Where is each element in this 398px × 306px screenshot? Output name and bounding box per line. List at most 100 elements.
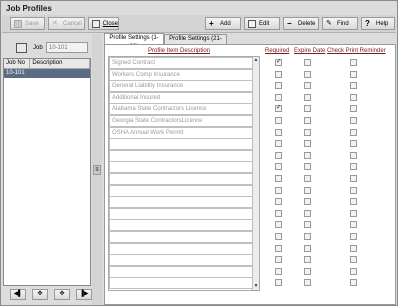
expire-checkbox[interactable]	[304, 175, 311, 182]
profile-item-description-field[interactable]	[109, 184, 253, 197]
check-print-checkbox[interactable]	[350, 117, 357, 124]
required-checkbox[interactable]	[275, 186, 282, 194]
profile-item-description-field[interactable]: Additional Insured	[109, 91, 253, 104]
column-job-no[interactable]: Job No	[4, 59, 31, 69]
check-print-checkbox[interactable]	[350, 105, 357, 113]
close-button[interactable]: Close	[88, 17, 119, 30]
expire-checkbox[interactable]	[304, 70, 311, 78]
column-description[interactable]: Description	[30, 59, 90, 69]
expire-checkbox[interactable]	[304, 93, 311, 101]
expire-checkbox[interactable]	[304, 151, 311, 159]
check-print-checkbox[interactable]	[350, 59, 357, 66]
profile-item-description-field[interactable]: Workers Comp Insurance	[109, 68, 253, 81]
profile-item-description-field[interactable]	[109, 161, 253, 174]
required-checkbox[interactable]	[275, 233, 282, 240]
check-print-checkbox[interactable]	[350, 279, 357, 287]
next-record-icon[interactable]: ✥	[54, 289, 70, 300]
required-checkbox[interactable]: ✓	[275, 59, 282, 66]
expire-checkbox[interactable]	[304, 198, 311, 206]
check-print-checkbox[interactable]	[350, 82, 357, 90]
profile-item-description-field[interactable]	[109, 207, 253, 220]
last-record-icon[interactable]: ▐▶	[76, 289, 92, 300]
cancel-button[interactable]: ✕ Cancel	[48, 17, 85, 30]
profile-item-description-field[interactable]	[109, 231, 253, 243]
required-checkbox[interactable]	[275, 93, 282, 101]
expire-checkbox[interactable]	[304, 105, 311, 113]
required-checkbox[interactable]	[275, 279, 282, 287]
expire-checkbox[interactable]	[304, 163, 311, 171]
check-print-checkbox[interactable]	[350, 93, 357, 101]
required-checkbox[interactable]	[275, 140, 282, 148]
required-checkbox[interactable]	[275, 267, 282, 275]
panel-splitter[interactable]: ≡	[92, 34, 102, 305]
check-print-checkbox[interactable]	[350, 221, 357, 229]
profile-item-description-field[interactable]	[109, 242, 253, 255]
first-record-icon[interactable]: ◀▌	[10, 289, 26, 300]
job-list[interactable]: Job No Description 10-101	[3, 58, 91, 286]
profile-item-description-field[interactable]: General Liability Insurance	[109, 80, 253, 93]
profile-item-description-field[interactable]: Signed Contract	[109, 57, 253, 69]
check-print-checkbox[interactable]	[350, 267, 357, 275]
expire-checkbox[interactable]	[304, 279, 311, 287]
check-print-checkbox[interactable]	[350, 151, 357, 159]
profile-item-description-field[interactable]	[109, 173, 253, 185]
required-checkbox[interactable]	[275, 151, 282, 159]
check-print-checkbox[interactable]	[350, 70, 357, 78]
profile-item-description-field[interactable]	[109, 219, 253, 232]
required-checkbox[interactable]: ✓	[275, 105, 282, 113]
required-checkbox[interactable]	[275, 70, 282, 78]
expire-checkbox[interactable]	[304, 209, 311, 217]
check-print-checkbox[interactable]	[350, 128, 357, 136]
tab-profile-settings-1-20[interactable]: Profile Settings (1-20)	[104, 33, 164, 50]
add-button[interactable]: + Add	[205, 17, 241, 30]
scroll-down-icon[interactable]: ▼	[253, 283, 259, 290]
required-checkbox[interactable]	[275, 117, 282, 124]
expire-checkbox[interactable]	[304, 186, 311, 194]
required-checkbox[interactable]	[275, 198, 282, 206]
required-checkbox[interactable]	[275, 175, 282, 182]
required-checkbox[interactable]	[275, 244, 282, 252]
required-checkbox[interactable]	[275, 209, 282, 217]
help-button[interactable]: ? Help	[361, 17, 395, 30]
splitter-grip-icon[interactable]: ≡	[93, 165, 101, 175]
profile-item-description-field[interactable]	[109, 265, 253, 278]
expire-checkbox[interactable]	[304, 256, 311, 264]
expire-checkbox[interactable]	[304, 233, 311, 240]
profile-item-description-field[interactable]	[109, 138, 253, 151]
required-checkbox[interactable]	[275, 256, 282, 264]
profile-item-description-field[interactable]	[109, 149, 253, 162]
required-checkbox[interactable]	[275, 128, 282, 136]
check-print-checkbox[interactable]	[350, 209, 357, 217]
required-checkbox[interactable]	[275, 82, 282, 90]
profile-item-description-field[interactable]: Alabama State Contractors Licence	[109, 103, 253, 116]
check-print-checkbox[interactable]	[350, 198, 357, 206]
expire-checkbox[interactable]	[304, 117, 311, 124]
check-print-checkbox[interactable]	[350, 140, 357, 148]
profile-item-description-field[interactable]	[109, 196, 253, 209]
expire-checkbox[interactable]	[304, 140, 311, 148]
expire-checkbox[interactable]	[304, 221, 311, 229]
previous-record-icon[interactable]: ✥	[32, 289, 48, 300]
expire-checkbox[interactable]	[304, 244, 311, 252]
job-list-row-selected[interactable]: 10-101	[4, 69, 90, 78]
required-checkbox[interactable]	[275, 221, 282, 229]
check-print-checkbox[interactable]	[350, 233, 357, 240]
profile-item-description-field[interactable]	[109, 277, 253, 290]
check-print-checkbox[interactable]	[350, 244, 357, 252]
expire-checkbox[interactable]	[304, 267, 311, 275]
expire-checkbox[interactable]	[304, 82, 311, 90]
profile-item-description-field[interactable]: OSHA Annual Work Permit	[109, 126, 253, 139]
edit-button[interactable]: Edit	[244, 17, 280, 30]
expire-checkbox[interactable]	[304, 59, 311, 66]
expire-checkbox[interactable]	[304, 128, 311, 136]
grid-scrollbar[interactable]: ▲ ▼	[252, 57, 259, 290]
profile-item-description-field[interactable]	[109, 254, 253, 267]
save-button[interactable]: Save	[10, 17, 45, 30]
scroll-up-icon[interactable]: ▲	[253, 57, 259, 64]
check-print-checkbox[interactable]	[350, 175, 357, 182]
check-print-checkbox[interactable]	[350, 256, 357, 264]
job-input[interactable]: 10-101	[46, 42, 88, 53]
find-button[interactable]: ✎ Find	[322, 17, 358, 30]
check-print-checkbox[interactable]	[350, 186, 357, 194]
required-checkbox[interactable]	[275, 163, 282, 171]
